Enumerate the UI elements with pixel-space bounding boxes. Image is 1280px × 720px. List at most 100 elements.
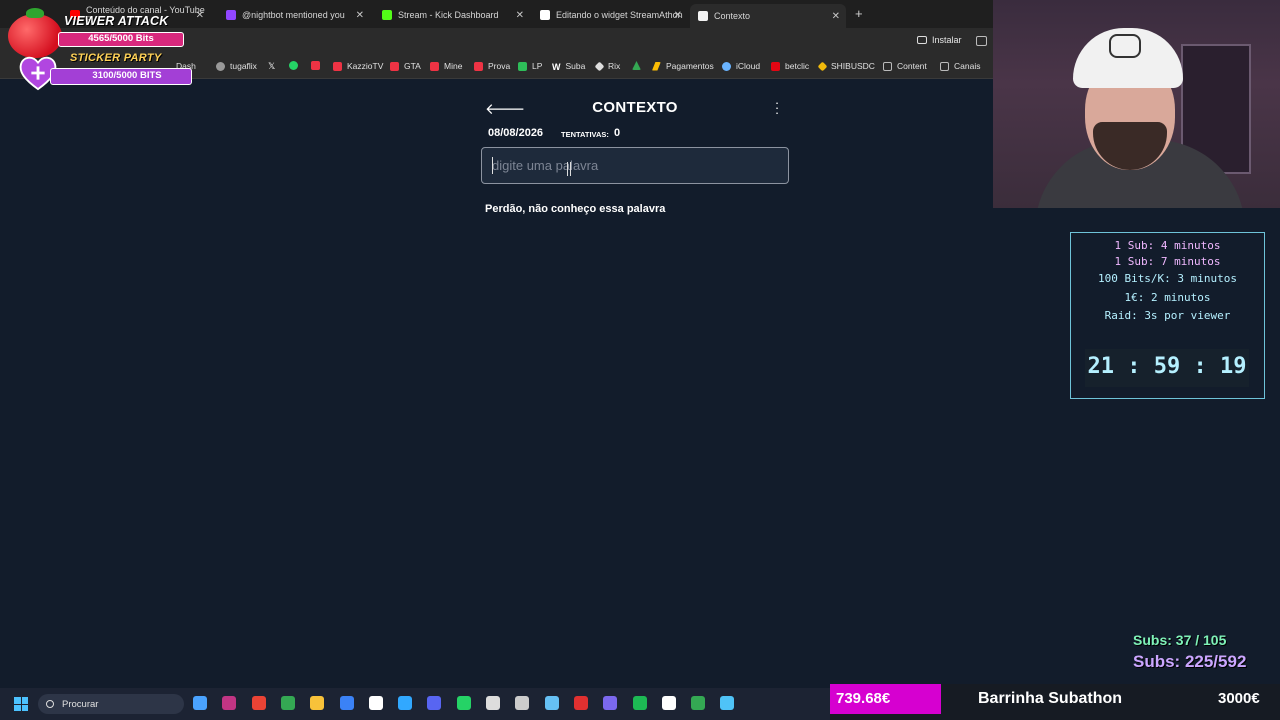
chrome-app-icon[interactable]: [251, 696, 266, 710]
bookmark-rix[interactable]: Rix: [594, 61, 620, 71]
translate-icon[interactable]: [976, 36, 987, 46]
bookmark-whatsapp[interactable]: [289, 61, 303, 70]
attempts-count: 0: [614, 127, 621, 139]
bookmark-label: GTA: [404, 61, 421, 71]
tab-contexto[interactable]: Contexto ✕: [690, 4, 846, 28]
obs-app-icon[interactable]: [515, 696, 530, 710]
close-icon[interactable]: ✕: [196, 10, 204, 21]
betclic-icon: [771, 61, 780, 71]
bookmark-icloud[interactable]: iCloud: [722, 61, 760, 71]
bookmark-lp[interactable]: LP: [518, 61, 542, 71]
bookmark-gta[interactable]: GTA: [390, 61, 421, 71]
close-icon[interactable]: ✕: [356, 10, 364, 21]
bookmark-label: iCloud: [736, 61, 761, 71]
bookmark-chart[interactable]: [311, 61, 325, 70]
notepad-app-icon[interactable]: [720, 696, 735, 710]
drive-icon: [632, 61, 641, 70]
spotify-app-icon[interactable]: [632, 696, 647, 710]
tomato-icon: [8, 14, 62, 58]
chart-icon: [390, 61, 399, 71]
folder-app-icon[interactable]: [310, 696, 325, 710]
search-icon: [46, 700, 54, 708]
discord-app-icon[interactable]: [427, 696, 442, 710]
photoshop-app-icon[interactable]: [398, 696, 413, 710]
page-title: CONTEXTO: [592, 99, 678, 116]
bookmark-prova[interactable]: Prova: [474, 61, 510, 71]
x-icon: 𝕏: [268, 61, 276, 71]
ads-icon: [652, 61, 661, 71]
app-red-icon[interactable]: [573, 696, 588, 710]
steam-app-icon[interactable]: [544, 696, 559, 710]
bookmark-label: Canais: [954, 61, 981, 71]
calculator-app-icon[interactable]: [339, 696, 354, 710]
drive-app-icon[interactable]: [691, 696, 706, 710]
install-button[interactable]: Instalar: [917, 35, 962, 45]
webcam-feed: [993, 0, 1280, 208]
chart-icon: [474, 61, 483, 71]
bookmark-label: LP: [532, 61, 543, 71]
bookmark-label: SHIBUSDC: [831, 61, 875, 71]
plus-icon: [518, 61, 527, 71]
back-arrow-icon[interactable]: 🡐: [485, 99, 525, 118]
capcut2-app-icon[interactable]: [661, 696, 676, 710]
bookmark-label: tugaflix: [230, 61, 257, 71]
bookmark-label: KazzioTV: [347, 61, 384, 71]
capcut-app-icon[interactable]: [368, 696, 383, 710]
more-options-icon[interactable]: · · ·: [774, 96, 780, 119]
search-placeholder: Procurar: [62, 698, 99, 710]
binance-icon: [817, 61, 828, 71]
chart-icon: [430, 61, 439, 71]
attempts-label: TENTATIVAS:: [561, 130, 609, 139]
tugaflix-icon: [216, 61, 225, 71]
timer-rule: 1 Sub: 7 minutos: [1114, 255, 1221, 268]
bookmark-mine[interactable]: Mine: [430, 61, 462, 71]
subs-counter-2: Subs: 225/592: [1133, 652, 1247, 671]
epic-app-icon[interactable]: [486, 696, 500, 710]
folder-icon: [883, 61, 892, 71]
tab-nightbot[interactable]: @nightbot mentioned you ✕: [218, 4, 370, 26]
instagram-app-icon[interactable]: [222, 696, 237, 710]
new-tab-button[interactable]: +: [855, 6, 863, 21]
sticker-party-progress: 3100/5000 BITS: [50, 68, 192, 85]
donation-bar-name: Barrinha Subathon: [978, 690, 1123, 707]
viewer-attack-progress: 4565/5000 Bits: [58, 32, 184, 47]
bookmark-drive[interactable]: [632, 61, 646, 70]
bookmark-label: Mine: [444, 61, 463, 71]
kick-icon: [382, 10, 392, 20]
whatsapp-app-icon[interactable]: [456, 696, 471, 710]
bookmark-suba[interactable]: W Suba: [552, 61, 585, 72]
diamond-icon: [594, 61, 605, 71]
word-input[interactable]: [481, 147, 789, 184]
grid-app-icon[interactable]: [603, 696, 618, 710]
bookmark-canais[interactable]: Canais: [940, 61, 980, 71]
bookmark-tugaflix[interactable]: tugaflix: [216, 61, 257, 71]
mouse-cursor-icon: [567, 162, 571, 176]
timer-rule: 1 Sub: 4 minutos: [1114, 239, 1221, 252]
tab-streamathon[interactable]: Editando o widget StreamAthon ✕: [532, 4, 688, 26]
timer-rule: 100 Bits/K: 3 minutos: [1097, 272, 1238, 285]
chrome-alt-app-icon[interactable]: [280, 696, 295, 710]
bookmark-shibusdc[interactable]: SHIBUSDC: [817, 61, 875, 71]
bookmark-content[interactable]: Content: [883, 61, 927, 71]
tab-kick[interactable]: Stream - Kick Dashboard ✕: [374, 4, 530, 26]
tab-label: Contexto: [714, 11, 751, 21]
windows-start-icon[interactable]: [14, 697, 28, 711]
tab-label: @nightbot mentioned you: [242, 10, 345, 20]
tab-label: Editando o widget StreamAthon: [556, 10, 683, 20]
countdown-clock: 21 : 59 : 19: [1087, 354, 1247, 379]
close-icon[interactable]: ✕: [516, 10, 524, 21]
bookmark-betclic[interactable]: betclic: [771, 61, 809, 71]
bookmark-pagamentos[interactable]: Pagamentos: [652, 61, 714, 71]
cloud-icon: [722, 61, 731, 71]
bookmark-x[interactable]: 𝕏: [268, 61, 280, 71]
game-date: 08/08/2026: [488, 127, 544, 139]
files-app-icon[interactable]: [193, 696, 207, 710]
text-caret: [492, 157, 493, 174]
chart-icon: [333, 61, 342, 71]
close-icon[interactable]: ✕: [832, 11, 840, 22]
taskbar-search[interactable]: Procurar: [38, 694, 184, 714]
install-icon: [917, 36, 927, 44]
donation-goal: 3000€: [1218, 690, 1260, 707]
close-icon[interactable]: ✕: [674, 10, 682, 21]
bookmark-kazziotv[interactable]: KazzioTV: [333, 61, 383, 71]
